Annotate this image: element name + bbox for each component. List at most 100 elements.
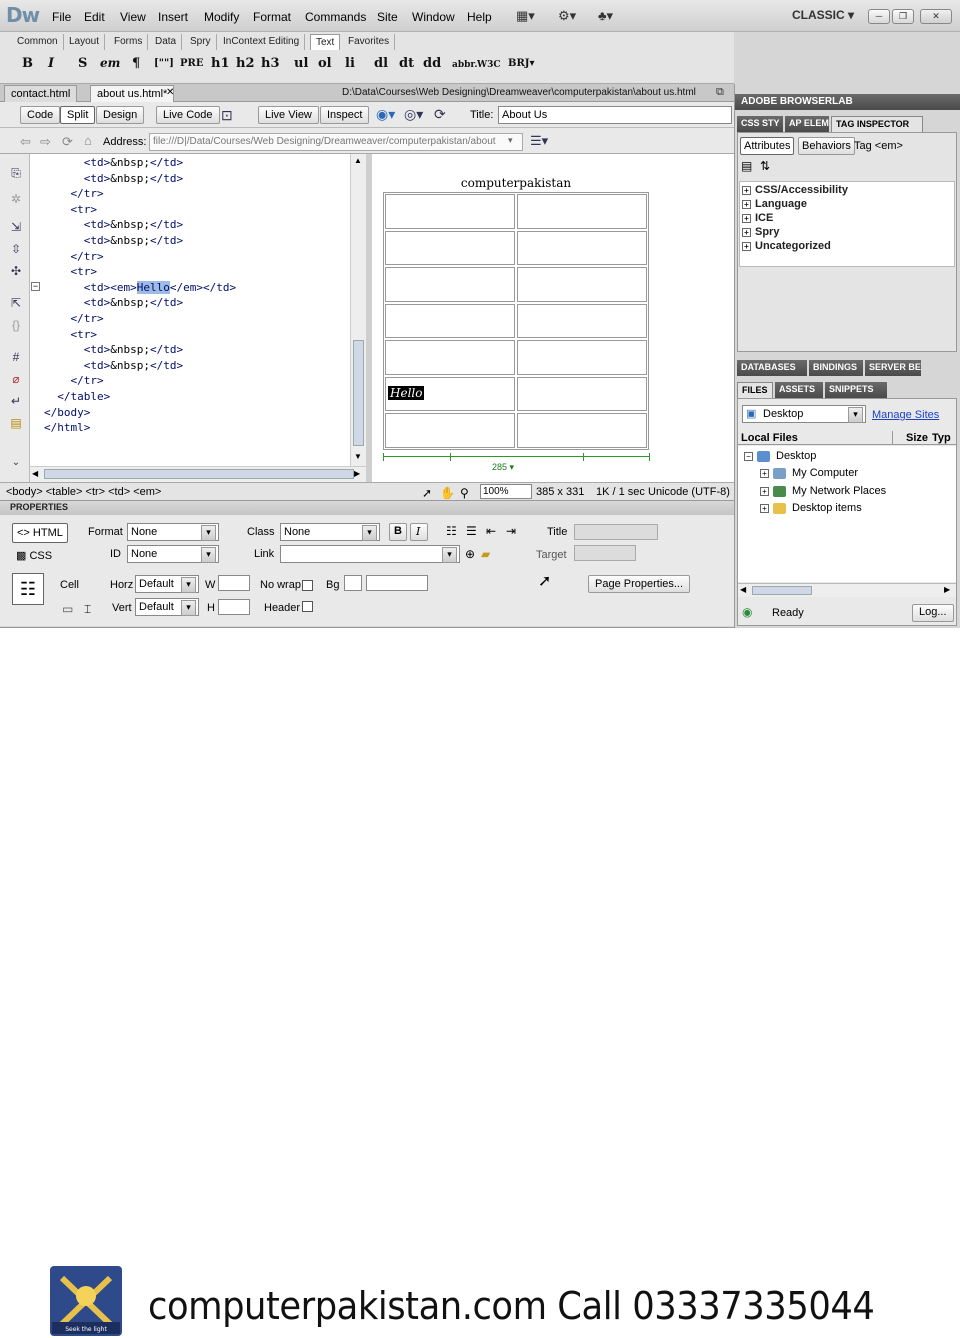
refresh-page-icon[interactable]: ⟳ (62, 134, 73, 150)
code-line[interactable]: </html> (44, 420, 90, 435)
blockquote-button[interactable]: [""] (154, 58, 174, 69)
code-line[interactable]: <tr> (44, 327, 98, 342)
home-icon[interactable]: ⌂ (84, 133, 92, 148)
menu-edit[interactable]: Edit (84, 10, 105, 24)
panel-tab-snippets[interactable]: SNIPPETS (825, 382, 887, 398)
code-line[interactable]: </table> (44, 389, 110, 404)
code-line[interactable]: <td>&nbsp;</td> (44, 233, 183, 248)
page-properties-button[interactable]: Page Properties... (588, 575, 691, 593)
italic-style-button[interactable]: I (410, 523, 428, 541)
size-column[interactable]: Size (906, 432, 928, 444)
code-vertical-scrollbar[interactable]: ▲ ▼ (350, 154, 366, 466)
address-input[interactable]: file:///D|/Data/Courses/Web Designing/Dr… (149, 133, 523, 151)
address-dropdown-icon[interactable]: ▾ (508, 135, 513, 146)
table-cell[interactable] (517, 267, 647, 302)
manage-sites-link[interactable]: Manage Sites (872, 409, 939, 421)
files-hscrollbar[interactable]: ◀ ▶ (738, 583, 956, 597)
code-line[interactable]: <tr> (44, 264, 98, 279)
dl-button[interactable]: dl (374, 56, 388, 71)
table-cell[interactable]: Hello (385, 376, 515, 412)
table-cell[interactable] (385, 303, 515, 339)
inspect-button[interactable]: Inspect (320, 106, 370, 124)
insert-tab-incontext[interactable]: InContext Editing (218, 34, 306, 50)
id-select[interactable]: None (127, 545, 219, 563)
highlight-invalid-icon[interactable]: ⌀ (9, 372, 23, 386)
restore-button[interactable]: ❐ (892, 9, 914, 24)
insert-tab-text[interactable]: Text (310, 34, 341, 50)
balance-braces-icon[interactable]: {} (9, 318, 23, 332)
strong-button[interactable]: B (22, 56, 33, 71)
menu-window[interactable]: Window (412, 10, 455, 24)
category-spry[interactable]: + Spry (742, 226, 779, 238)
attributes-tab[interactable]: Attributes (740, 137, 795, 155)
files-scroll-left-icon[interactable]: ◀ (740, 585, 746, 594)
split-cell-icon[interactable]: ⌶ (84, 602, 91, 617)
menu-format[interactable]: Format (253, 10, 291, 24)
tab-contact[interactable]: contact.html (4, 85, 78, 102)
css-mode-button[interactable]: ▩ CSS (16, 549, 52, 562)
cell-height-input[interactable] (218, 599, 250, 615)
browserlab-header[interactable]: ADOBE BROWSERLAB (735, 94, 960, 110)
tag-selector[interactable]: <body> <table> <tr> <td> <em> (6, 486, 161, 498)
menu-site[interactable]: Site (377, 10, 398, 24)
code-line[interactable]: <td>&nbsp;</td> (44, 342, 183, 357)
code-line[interactable]: <td>&nbsp;</td> (44, 155, 183, 170)
pre-button[interactable]: PRE (180, 58, 203, 69)
scroll-right-icon[interactable]: ▶ (354, 469, 360, 478)
insert-tab-favorites[interactable]: Favorites (343, 34, 396, 50)
tree-item-my-computer[interactable]: + My Computer (760, 467, 858, 479)
dt-button[interactable]: dt (399, 56, 414, 71)
line-numbers-icon[interactable]: # (9, 350, 23, 364)
outdent-icon[interactable]: ⇤ (486, 524, 496, 538)
dd-button[interactable]: dd (423, 56, 441, 71)
local-files-column[interactable]: Local Files (741, 432, 798, 444)
syntax-coloring-icon[interactable]: ▤ (9, 416, 23, 430)
minimize-button[interactable]: ─ (868, 9, 890, 24)
tab-about-us[interactable]: about us.html* (90, 85, 175, 102)
table-cell[interactable] (385, 413, 515, 448)
insert-tab-common[interactable]: Common (12, 34, 64, 50)
word-wrap-icon[interactable]: ↵ (9, 394, 23, 408)
code-view-button[interactable]: Code (20, 106, 61, 124)
format-select[interactable]: None (127, 523, 219, 541)
table-cell[interactable] (517, 340, 647, 375)
abbr-button[interactable]: abbr. (452, 60, 477, 70)
code-view[interactable]: − <td>&nbsp;</td> <td>&nbsp;</td> </tr> … (30, 154, 350, 466)
collapse-tag-icon[interactable]: ⇲ (9, 220, 23, 234)
em-button[interactable]: em (100, 56, 120, 70)
split-view-button[interactable]: Split (60, 106, 96, 124)
h1-button[interactable]: h1 (211, 56, 230, 71)
table-cell[interactable] (385, 340, 515, 375)
paragraph-button[interactable]: ¶ (132, 56, 140, 71)
site-icon[interactable]: ♣▾ (598, 8, 613, 24)
bold-button[interactable]: B (389, 523, 407, 541)
ul-button[interactable]: ul (294, 56, 308, 71)
strong-s-button[interactable]: S (78, 56, 87, 71)
link-input[interactable] (280, 545, 460, 563)
menu-commands[interactable]: Commands (305, 10, 366, 24)
collapse-code-icon[interactable]: − (31, 282, 40, 291)
table-cell[interactable] (517, 303, 647, 339)
close-tab-icon[interactable]: ✕ (166, 87, 174, 98)
h3-button[interactable]: h3 (261, 56, 280, 71)
panel-tab-tag-inspector[interactable]: TAG INSPECTOR (831, 116, 923, 132)
italic-button[interactable]: I (48, 56, 54, 71)
code-line[interactable]: </tr> (44, 249, 104, 264)
scroll-up-icon[interactable]: ▲ (354, 156, 362, 165)
panel-tab-css-styles[interactable]: CSS STY (737, 116, 783, 132)
back-arrow-icon[interactable]: ⇦ (20, 134, 31, 150)
bg-color-input[interactable] (366, 575, 428, 591)
forward-arrow-icon[interactable]: ⇨ (40, 134, 51, 150)
restore-doc-icon[interactable]: ⧉ (716, 86, 724, 99)
live-code-button[interactable]: Live Code (156, 106, 220, 124)
menu-view[interactable]: View (120, 10, 146, 24)
preview-browser-icon[interactable]: ◉▾ (376, 106, 395, 123)
bg-color-swatch[interactable] (344, 575, 362, 591)
characters-button[interactable]: BRJ▾ (508, 58, 535, 69)
code-line[interactable]: <td>&nbsp;</td> (44, 358, 183, 373)
window-size[interactable]: 385 x 331 (536, 486, 584, 498)
menu-modify[interactable]: Modify (204, 10, 239, 24)
table-cell[interactable] (385, 267, 515, 302)
sort-az-icon[interactable]: ⇅ (760, 159, 770, 173)
zoom-select[interactable]: 100% (480, 484, 532, 499)
